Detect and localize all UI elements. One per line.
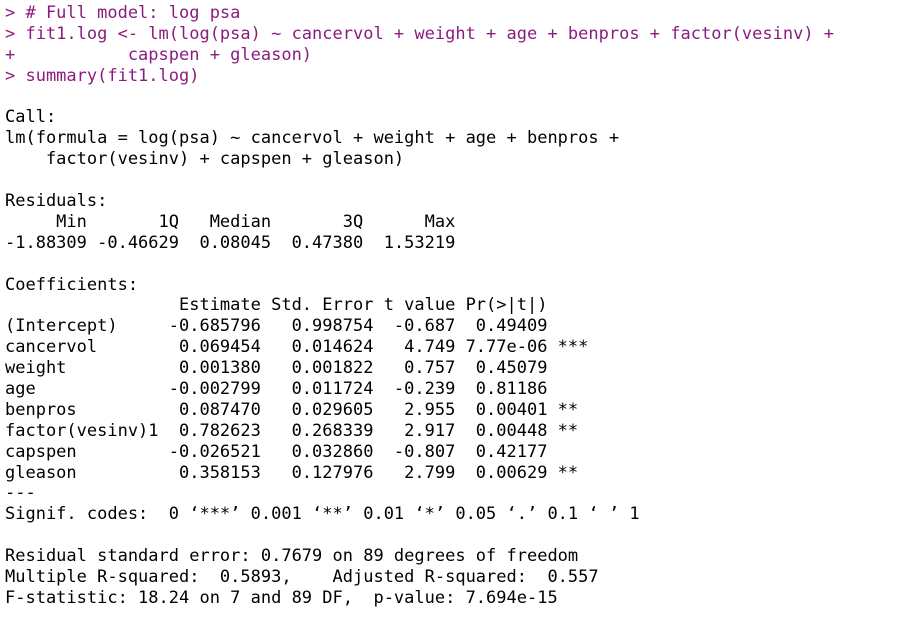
coefficient-row: age -0.002799 0.011724 -0.239 0.81186 xyxy=(5,379,589,400)
coefficient-row: capspen -0.026521 0.032860 -0.807 0.4217… xyxy=(5,441,589,462)
prompt-command-line: > fit1.log <- lm(log(psa) ~ cancervol + … xyxy=(5,23,835,44)
coefficient-row: weight 0.001380 0.001822 0.757 0.45079 xyxy=(5,358,589,379)
prompt-comment-line: > # Full model: log psa xyxy=(5,3,241,23)
residual-std-error-line: Residual standard error: 0.7679 on 89 de… xyxy=(5,546,579,567)
coefficients-header-row: Estimate Std. Error t value Pr(>|t|) xyxy=(5,295,589,316)
call-formula-line: factor(vesinv) + capspen + gleason) xyxy=(5,149,405,170)
residuals-value-row: -1.88309 -0.46629 0.08045 0.47380 1.5321… xyxy=(5,232,466,253)
coefficient-row: gleason 0.358153 0.127976 2.799 0.00629 … xyxy=(5,462,589,483)
coefficient-row: benpros 0.087470 0.029605 2.955 0.00401 … xyxy=(5,399,589,420)
call-formula-line: lm(formula = log(psa) ~ cancervol + weig… xyxy=(5,128,620,149)
r-squared-line: Multiple R-squared: 0.5893, Adjusted R-s… xyxy=(5,567,609,588)
f-statistic-line: F-statistic: 18.24 on 7 and 89 DF, p-val… xyxy=(5,587,558,608)
coefficient-row: factor(vesinv)1 0.782623 0.268339 2.917 … xyxy=(5,420,589,441)
coefficient-row: (Intercept) -0.685796 0.998754 -0.687 0.… xyxy=(5,316,589,337)
signif-codes-line: Signif. codes: 0 ‘***’ 0.001 ‘**’ 0.01 ‘… xyxy=(5,504,640,525)
continuation-line: + capspen + gleason) xyxy=(5,44,313,65)
separator-line: --- xyxy=(5,483,36,504)
prompt-summary-line: > summary(fit1.log) xyxy=(5,65,200,86)
call-heading: Call: xyxy=(5,107,57,128)
coefficient-row: cancervol 0.069454 0.014624 4.749 7.77e-… xyxy=(5,337,589,358)
residuals-heading: Residuals: xyxy=(5,191,108,212)
coefficients-heading: Coefficients: xyxy=(5,274,139,295)
residuals-header-row: Min 1Q Median 3Q Max xyxy=(5,211,466,232)
r-console-output: > # Full model: log psa > fit1.log <- lm… xyxy=(0,0,907,620)
